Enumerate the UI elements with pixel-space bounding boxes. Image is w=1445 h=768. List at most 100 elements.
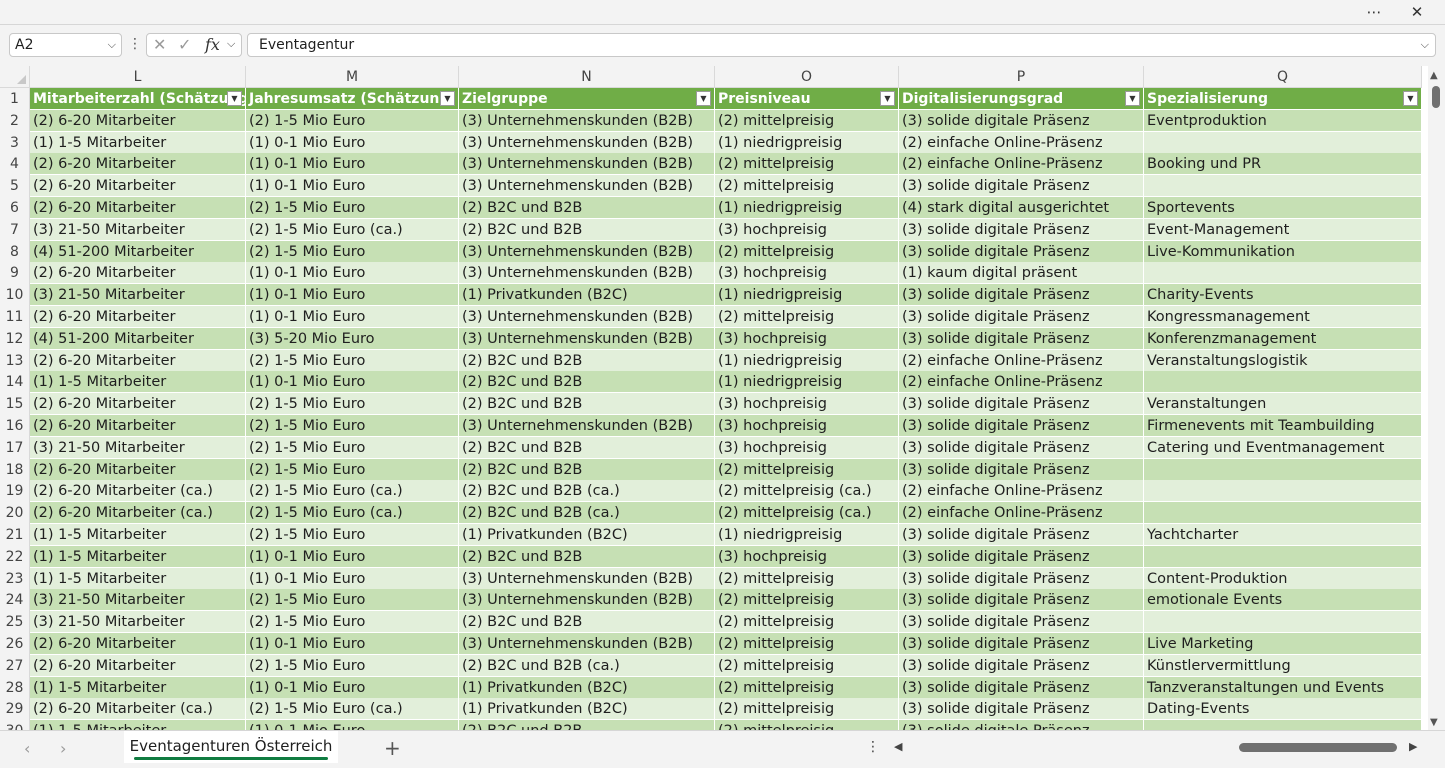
table-cell[interactable]	[1144, 458, 1422, 481]
table-cell[interactable]: (3) hochpreisig	[715, 436, 899, 459]
filter-dropdown-icon[interactable]: ▼	[440, 91, 455, 106]
table-cell[interactable]: (3) hochpreisig	[715, 262, 899, 285]
table-cell[interactable]: (3) Unternehmenskunden (B2B)	[459, 175, 715, 198]
table-cell[interactable]: (3) Unternehmenskunden (B2B)	[459, 589, 715, 612]
row-header[interactable]: 24	[0, 589, 30, 612]
table-cell[interactable]: (1) niedrigpreisig	[715, 284, 899, 307]
table-cell[interactable]: (1) 1-5 Mitarbeiter	[30, 720, 246, 730]
horizontal-scroll-thumb[interactable]	[1239, 743, 1397, 752]
add-sheet-icon[interactable]: +	[384, 736, 401, 760]
more-vertical-icon[interactable]: ⋮	[128, 36, 142, 52]
table-cell[interactable]: (3) solide digitale Präsenz	[899, 240, 1144, 263]
table-cell[interactable]: (3) solide digitale Präsenz	[899, 393, 1144, 416]
table-cell[interactable]: (3) Unternehmenskunden (B2B)	[459, 131, 715, 154]
table-cell[interactable]	[1144, 371, 1422, 394]
table-cell[interactable]: (2) 6-20 Mitarbeiter	[30, 109, 246, 132]
row-header[interactable]: 15	[0, 393, 30, 416]
table-cell[interactable]: (1) 0-1 Mio Euro	[246, 175, 459, 198]
table-cell[interactable]	[1144, 262, 1422, 285]
table-cell[interactable]: (3) Unternehmenskunden (B2B)	[459, 415, 715, 437]
row-header[interactable]: 12	[0, 327, 30, 350]
filter-dropdown-icon[interactable]: ▼	[227, 91, 242, 106]
table-cell[interactable]: (3) solide digitale Präsenz	[899, 698, 1144, 721]
table-cell[interactable]: (2) mittelpreisig	[715, 611, 899, 634]
formula-input[interactable]: Eventagentur ⌵	[247, 33, 1436, 57]
table-cell[interactable]: Live Marketing	[1144, 633, 1422, 655]
column-header-o[interactable]: O	[715, 66, 899, 88]
column-header-l[interactable]: L	[30, 66, 246, 88]
table-cell[interactable]: (1) 1-5 Mitarbeiter	[30, 545, 246, 568]
table-cell[interactable]: (2) 1-5 Mio Euro (ca.)	[246, 698, 459, 721]
row-header[interactable]: 1	[0, 88, 30, 110]
table-cell[interactable]: (3) Unternehmenskunden (B2B)	[459, 153, 715, 176]
table-cell[interactable]: Eventproduktion	[1144, 109, 1422, 132]
table-cell[interactable]: (2) mittelpreisig	[715, 698, 899, 721]
table-cell[interactable]: (1) Privatkunden (B2C)	[459, 676, 715, 699]
row-header[interactable]: 11	[0, 306, 30, 328]
more-horizontal-icon[interactable]: ⋯	[1360, 1, 1388, 23]
table-cell[interactable]: (1) niedrigpreisig	[715, 197, 899, 219]
table-cell[interactable]: (3) Unternehmenskunden (B2B)	[459, 306, 715, 328]
table-cell[interactable]: (2) mittelpreisig	[715, 720, 899, 730]
table-cell[interactable]: (3) 21-50 Mitarbeiter	[30, 436, 246, 459]
table-header-cell[interactable]: Spezialisierung ▼	[1144, 88, 1422, 110]
table-cell[interactable]: (3) solide digitale Präsenz	[899, 436, 1144, 459]
next-sheet-icon[interactable]: ›	[60, 739, 66, 758]
row-header[interactable]: 2	[0, 109, 30, 132]
table-cell[interactable]: (2) 1-5 Mio Euro	[246, 458, 459, 481]
table-cell[interactable]: (3) hochpreisig	[715, 545, 899, 568]
table-cell[interactable]: (2) 6-20 Mitarbeiter	[30, 393, 246, 416]
table-cell[interactable]: Veranstaltungslogistik	[1144, 349, 1422, 372]
table-cell[interactable]: (2) mittelpreisig	[715, 633, 899, 655]
table-cell[interactable]: (1) 0-1 Mio Euro	[246, 676, 459, 699]
table-cell[interactable]: (3) solide digitale Präsenz	[899, 109, 1144, 132]
table-cell[interactable]: (2) 6-20 Mitarbeiter	[30, 306, 246, 328]
row-header[interactable]: 30	[0, 720, 30, 730]
row-header[interactable]: 16	[0, 415, 30, 437]
table-cell[interactable]: Booking und PR	[1144, 153, 1422, 176]
table-cell[interactable]: (3) solide digitale Präsenz	[899, 545, 1144, 568]
table-cell[interactable]: (1) 0-1 Mio Euro	[246, 545, 459, 568]
table-cell[interactable]: (1) 0-1 Mio Euro	[246, 153, 459, 176]
table-cell[interactable]: (3) solide digitale Präsenz	[899, 676, 1144, 699]
table-cell[interactable]: Live-Kommunikation	[1144, 240, 1422, 263]
close-icon[interactable]: ✕	[1403, 1, 1431, 23]
table-cell[interactable]: (2) 1-5 Mio Euro (ca.)	[246, 502, 459, 525]
row-header[interactable]: 23	[0, 567, 30, 590]
table-cell[interactable]: (4) 51-200 Mitarbeiter	[30, 327, 246, 350]
table-cell[interactable]: (3) solide digitale Präsenz	[899, 654, 1144, 677]
table-cell[interactable]: (3) 21-50 Mitarbeiter	[30, 589, 246, 612]
table-cell[interactable]: (1) 1-5 Mitarbeiter	[30, 524, 246, 546]
table-header-cell[interactable]: Preisniveau ▼	[715, 88, 899, 110]
row-header[interactable]: 7	[0, 218, 30, 241]
table-cell[interactable]: (2) B2C und B2B	[459, 611, 715, 634]
more-vertical-icon[interactable]: ⋮	[866, 739, 880, 755]
table-cell[interactable]: (3) solide digitale Präsenz	[899, 218, 1144, 241]
table-cell[interactable]: (2) B2C und B2B (ca.)	[459, 480, 715, 503]
table-cell[interactable]: (2) B2C und B2B	[459, 545, 715, 568]
filter-dropdown-icon[interactable]: ▼	[880, 91, 895, 106]
table-cell[interactable]: Yachtcharter	[1144, 524, 1422, 546]
table-cell[interactable]: (3) Unternehmenskunden (B2B)	[459, 567, 715, 590]
table-cell[interactable]: (1) 0-1 Mio Euro	[246, 720, 459, 730]
spreadsheet-grid[interactable]: L M N O P Q 1 2 3 4 5 6 7 8 9 10 11 12 13 14 15 16 17 18 19 20 21 2…	[0, 66, 1428, 730]
table-header-cell[interactable]: Digitalisierungsgrad ▼	[899, 88, 1144, 110]
table-cell[interactable]: (2) mittelpreisig	[715, 676, 899, 699]
table-cell[interactable]: (3) Unternehmenskunden (B2B)	[459, 262, 715, 285]
table-cell[interactable]: (3) solide digitale Präsenz	[899, 633, 1144, 655]
table-cell[interactable]: (1) 0-1 Mio Euro	[246, 567, 459, 590]
table-cell[interactable]	[1144, 611, 1422, 634]
enter-icon[interactable]: ✓	[178, 35, 191, 54]
name-box[interactable]: A2 ⌵	[9, 33, 122, 57]
table-cell[interactable]: (2) B2C und B2B	[459, 349, 715, 372]
table-header-cell[interactable]: Zielgruppe ▼	[459, 88, 715, 110]
scroll-up-icon[interactable]: ▲	[1430, 70, 1438, 81]
table-cell[interactable]: (2) einfache Online-Präsenz	[899, 349, 1144, 372]
table-cell[interactable]: Tanzveranstaltungen und Events	[1144, 676, 1422, 699]
table-cell[interactable]: (2) 6-20 Mitarbeiter	[30, 633, 246, 655]
table-cell[interactable]: (2) 6-20 Mitarbeiter	[30, 175, 246, 198]
table-cell[interactable]: (2) 1-5 Mio Euro	[246, 109, 459, 132]
table-cell[interactable]: Dating-Events	[1144, 698, 1422, 721]
table-cell[interactable]: (2) 6-20 Mitarbeiter	[30, 654, 246, 677]
table-cell[interactable]: (2) 6-20 Mitarbeiter	[30, 458, 246, 481]
